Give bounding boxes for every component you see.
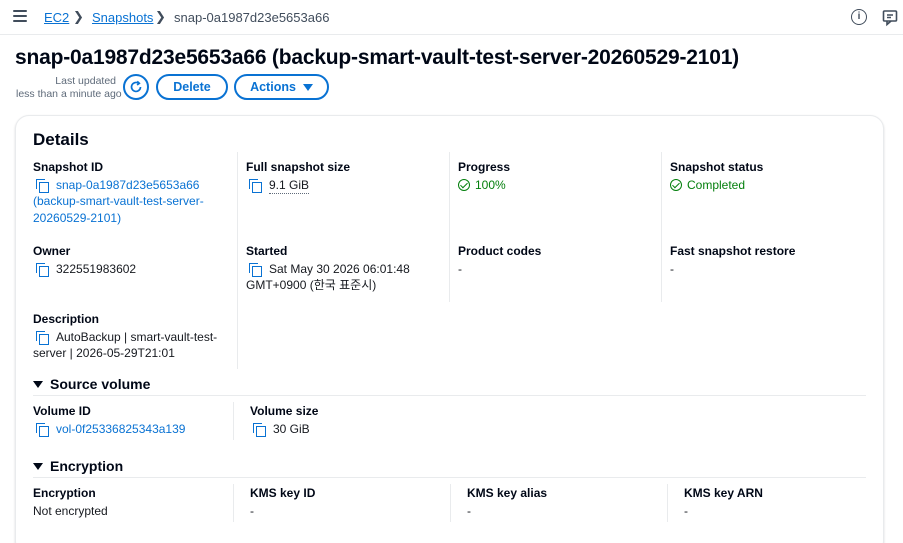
encryption-title: Encryption <box>50 458 124 474</box>
encryption-expander[interactable]: Encryption <box>33 458 123 474</box>
full-snapshot-size-field: Full snapshot size 9.1 GiB <box>246 159 446 194</box>
kms-key-id-label: KMS key ID <box>250 486 316 500</box>
copy-icon[interactable] <box>249 178 262 193</box>
divider <box>661 152 662 302</box>
description-line2: server | 2026-05-29T21:01 <box>33 346 175 360</box>
full-snapshot-size-value[interactable]: 9.1 GiB <box>269 177 310 194</box>
actions-dropdown-button[interactable]: Actions <box>234 74 329 100</box>
copy-icon[interactable] <box>36 262 49 277</box>
chevron-right-icon: ❯ <box>155 9 166 24</box>
fast-snapshot-restore-field: Fast snapshot restore - <box>670 243 870 277</box>
product-codes-value: - <box>458 261 462 276</box>
copy-icon[interactable] <box>36 422 49 437</box>
volume-size-label: Volume size <box>250 404 319 418</box>
kms-key-alias-label: KMS key alias <box>467 486 548 500</box>
snapshot-id-value[interactable]: snap-0a1987d23e5653a66 (backup-smart-vau… <box>33 177 233 227</box>
full-snapshot-size-label: Full snapshot size <box>246 160 351 174</box>
source-volume-expander[interactable]: Source volume <box>33 376 150 392</box>
description-line1: AutoBackup | smart-vault-test- <box>56 329 218 344</box>
divider <box>233 402 234 440</box>
last-updated-label: Last updated <box>55 75 116 87</box>
feedback-icon[interactable] <box>882 9 900 27</box>
menu-icon[interactable] <box>13 10 27 22</box>
kms-key-alias-field: KMS key alias - <box>467 485 662 519</box>
kms-key-alias-value: - <box>467 503 471 518</box>
last-updated: Last updated less than a minute ago <box>16 75 122 101</box>
page-title: snap-0a1987d23e5653a66 (backup-smart-vau… <box>15 46 739 69</box>
breadcrumb-ec2[interactable]: EC2 <box>44 10 69 25</box>
copy-icon[interactable] <box>249 262 262 277</box>
kms-key-arn-field: KMS key ARN - <box>684 485 879 519</box>
kms-key-arn-label: KMS key ARN <box>684 486 763 500</box>
delete-button[interactable]: Delete <box>156 74 228 100</box>
description-label: Description <box>33 312 100 326</box>
check-circle-icon <box>458 178 470 191</box>
details-title: Details <box>33 130 89 149</box>
volume-id-value[interactable]: vol-0f25336825343a139 <box>56 421 185 438</box>
snapshot-id-line1: snap-0a1987d23e5653a66 <box>56 177 200 192</box>
snapshot-status-field: Snapshot status Completed <box>670 159 870 193</box>
divider <box>667 484 668 522</box>
refresh-icon <box>130 80 142 93</box>
divider <box>33 395 866 396</box>
encryption-field: Encryption Not encrypted <box>33 485 228 519</box>
owner-label: Owner <box>33 244 71 258</box>
snapshot-id-label: Snapshot ID <box>33 160 104 174</box>
snapshot-id-line2: (backup-smart-vault-test-server- <box>33 194 204 208</box>
fast-snapshot-restore-label: Fast snapshot restore <box>670 244 796 258</box>
caret-down-icon <box>33 380 43 388</box>
caret-down-icon <box>33 462 43 470</box>
progress-label: Progress <box>458 160 511 174</box>
kms-key-id-field: KMS key ID - <box>250 485 445 519</box>
kms-key-arn-value: - <box>684 503 688 518</box>
started-line2: GMT+0900 (한국 표준시) <box>246 278 377 292</box>
snapshot-id-line3: 20260529-2101) <box>33 210 122 225</box>
divider <box>449 152 450 302</box>
progress-field: Progress 100% <box>458 159 658 193</box>
snapshot-id-field: Snapshot ID snap-0a1987d23e5653a66 (back… <box>33 159 233 226</box>
check-circle-icon <box>670 178 682 191</box>
source-volume-title: Source volume <box>50 376 151 392</box>
product-codes-label: Product codes <box>458 244 542 258</box>
copy-icon[interactable] <box>36 178 49 193</box>
divider <box>233 484 234 522</box>
caret-down-icon <box>302 83 313 91</box>
owner-field: Owner 322551983602 <box>33 243 233 277</box>
divider <box>450 484 451 522</box>
actions-label: Actions <box>250 80 296 94</box>
refresh-button[interactable] <box>123 74 149 100</box>
volume-size-value: 30 GiB <box>273 421 310 436</box>
copy-icon[interactable] <box>253 422 266 437</box>
info-icon[interactable]: i <box>851 9 867 25</box>
encryption-label: Encryption <box>33 486 96 500</box>
volume-id-label: Volume ID <box>33 404 91 418</box>
kms-key-id-value: - <box>250 503 254 518</box>
snapshot-status-label: Snapshot status <box>670 160 764 174</box>
description-field: Description AutoBackup | smart-vault-tes… <box>33 311 233 362</box>
fast-snapshot-restore-value: - <box>670 261 674 276</box>
snapshot-status-value: Completed <box>687 177 746 192</box>
started-field: Started Sat May 30 2026 06:01:48 GMT+090… <box>246 243 446 294</box>
progress-value: 100% <box>475 177 506 192</box>
divider <box>237 152 238 369</box>
copy-icon[interactable] <box>36 330 49 345</box>
divider <box>33 477 866 478</box>
product-codes-field: Product codes - <box>458 243 658 277</box>
breadcrumb-current: snap-0a1987d23e5653a66 <box>174 10 330 25</box>
chevron-right-icon: ❯ <box>73 9 84 24</box>
owner-value: 322551983602 <box>56 261 137 276</box>
started-line1: Sat May 30 2026 06:01:48 <box>269 261 410 276</box>
started-label: Started <box>246 244 288 258</box>
top-navigation-bar: EC2 ❯ Snapshots ❯ snap-0a1987d23e5653a66… <box>0 0 903 35</box>
last-updated-value: less than a minute ago <box>16 88 122 100</box>
volume-size-field: Volume size 30 GiB <box>250 403 450 437</box>
breadcrumb-snapshots[interactable]: Snapshots <box>92 10 153 25</box>
volume-id-field: Volume ID vol-0f25336825343a139 <box>33 403 233 437</box>
encryption-value: Not encrypted <box>33 503 108 518</box>
